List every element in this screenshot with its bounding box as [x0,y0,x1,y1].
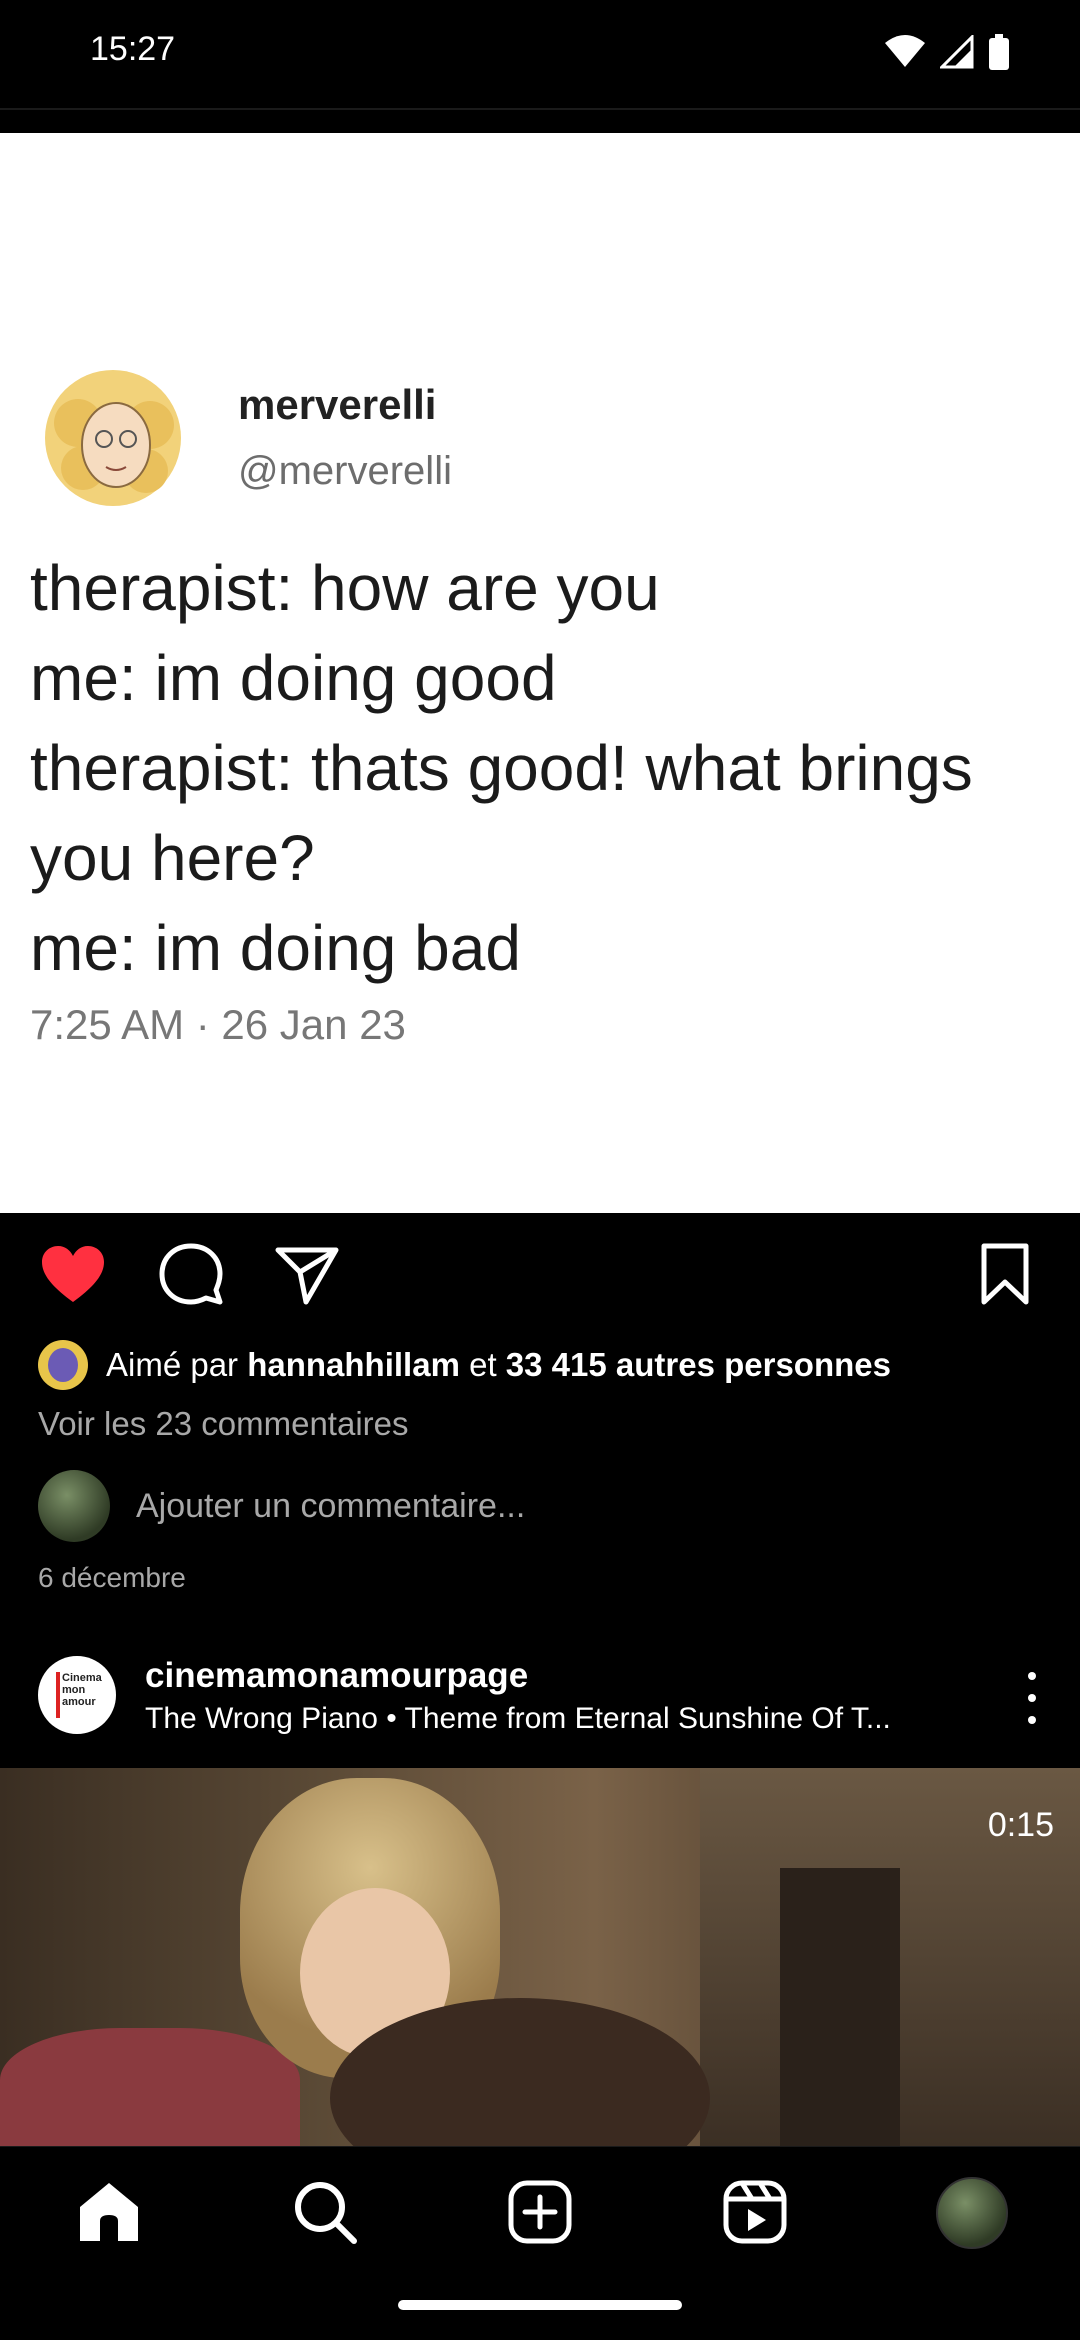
header-divider [0,108,1080,110]
status-icons [884,34,1010,70]
next-post-avatar[interactable]: Cinema mon amour [38,1656,116,1734]
tweet-line: me: im doing bad [30,912,521,984]
paper-plane-icon [275,1247,339,1305]
wifi-icon [885,35,925,67]
nav-search[interactable] [290,2177,360,2247]
tweet-line: me: im doing good [30,642,557,714]
signal-icon [940,35,974,69]
status-time: 15:27 [90,30,176,68]
likes-text: Aimé par hannahhillam et 33 415 autres p… [106,1346,891,1384]
nav-create[interactable] [505,2177,575,2247]
video-time-remaining: 0:15 [987,1806,1054,1844]
tweet-line: therapist: how are you [30,552,660,624]
liker-avatar [38,1340,88,1390]
plus-square-icon [508,2180,572,2244]
nav-profile-avatar[interactable] [936,2177,1008,2249]
post-date: 6 décembre [38,1562,186,1593]
post-image[interactable]: merverelli @merverelli therapist: how ar… [0,133,1080,1213]
likes-row[interactable]: Aimé par hannahhillam et 33 415 autres p… [38,1340,891,1390]
likes-middle: et [459,1346,506,1383]
nav-home[interactable] [74,2177,144,2247]
video-player[interactable]: 0:15 [0,1768,1080,2146]
reels-icon [723,2180,787,2244]
tweet-timestamp: 7:25 AM · 26 Jan 23 [30,1001,406,1048]
avatar [38,1470,110,1542]
tweet-body: therapist: how are you me: im doing good… [30,543,1080,993]
next-post-header: Cinema mon amour cinemamonamourpage The … [0,1650,1080,1760]
tweet-avatar [38,363,188,513]
home-indicator[interactable] [398,2300,682,2310]
more-options-button[interactable] [1022,1672,1042,1724]
bottom-nav [0,2146,1080,2340]
share-button[interactable] [272,1240,342,1310]
bookmark-icon [981,1243,1029,1305]
save-button[interactable] [970,1240,1040,1310]
nav-reels[interactable] [720,2177,790,2247]
next-post-audio[interactable]: The Wrong Piano • Theme from Eternal Sun… [145,1702,935,1736]
tweet-author-handle: @merverelli [238,449,452,493]
heart-filled-icon [42,1246,104,1302]
add-comment-input[interactable]: Ajouter un commentaire... [136,1487,525,1526]
tweet-line: you here? [30,822,315,894]
home-icon [80,2183,138,2241]
tweet-line: therapist: thats good! what brings [30,732,973,804]
comment-bubble-icon [159,1243,223,1305]
status-bar: 15:27 [0,0,1080,108]
post-actions [0,1240,1080,1320]
comment-button[interactable] [156,1240,226,1310]
add-comment-row[interactable]: Ajouter un commentaire... [38,1470,525,1542]
like-button[interactable] [38,1240,108,1310]
likes-others[interactable]: 33 415 autres personnes [506,1346,891,1383]
liker-username[interactable]: hannahhillam [247,1346,460,1383]
view-comments-link[interactable]: Voir les 23 commentaires [38,1405,409,1443]
tweet-author-name: merverelli [238,381,437,428]
likes-prefix: Aimé par [106,1346,248,1383]
battery-icon [989,34,1009,70]
next-post-username[interactable]: cinemamonamourpage [145,1656,528,1696]
avatar-logo-text: Cinema mon amour [62,1672,102,1708]
search-icon [295,2182,357,2244]
